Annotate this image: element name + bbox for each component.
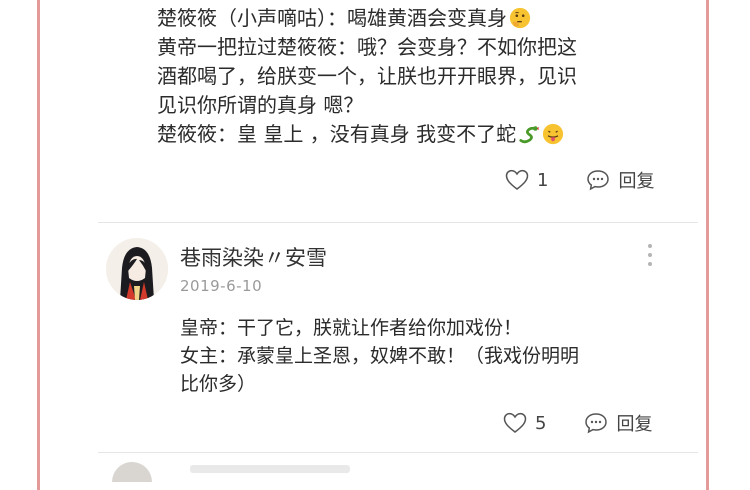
reply-button[interactable]: 回复 [584,410,652,436]
top-comment-line-5: 楚筱筱：皇 皇上 ，没有真身 我变不了蛇 [157,120,657,149]
top-comment-line-2: 黄帝一把拉过楚筱筱：哦？会变身？不如你把这 [157,35,577,59]
reply-label: 回复 [618,171,655,192]
more-options-icon[interactable] [645,244,655,266]
divider [98,452,698,453]
like-count: 1 [537,169,549,191]
comment-bubble-icon [587,170,610,191]
like-button[interactable]: 1 [505,169,548,191]
reply-label: 回复 [616,414,653,435]
comment-line-1: 皇帝：干了它，朕就让作者给你加戏份！ [180,317,523,339]
comment-bubble-icon [585,413,608,434]
thinking-face-icon [509,7,531,29]
tongue-face-icon [542,123,564,145]
reply-button[interactable]: 回复 [586,167,654,193]
avatar-image [106,238,168,300]
comment-line-2: 女主：承蒙皇上圣恩，奴婢不敢！（我戏份明明 [180,345,580,367]
like-count: 5 [535,412,547,434]
comment-line-3: 比你多） [180,373,257,395]
heart-icon [505,169,529,190]
top-comment-body: 楚筱筱（小声嘀咕）：喝雄黄酒会变真身 黄帝一把拉过楚筱筱：哦？会变身？不如你把这… [157,4,657,149]
top-comment-line-1: 楚筱筱（小声嘀咕）：喝雄黄酒会变真身 [157,4,657,33]
top-comment-line-3: 酒都喝了，给朕变一个，让朕也开开眼界，见识 [157,64,577,88]
heart-icon [503,412,527,433]
username[interactable]: 巷雨染染〃安雪 [180,242,327,272]
top-comment-actions: 1 回复 [505,167,654,193]
comment-body: 皇帝：干了它，朕就让作者给你加戏份！ 女主：承蒙皇上圣恩，奴婢不敢！（我戏份明明… [180,314,680,398]
comment-actions: 5 回复 [503,410,652,436]
like-button[interactable]: 5 [503,412,546,434]
comment-date: 2019-6-10 [180,277,263,295]
divider [98,222,698,223]
avatar[interactable] [106,238,168,300]
top-comment-line-4: 见识你所谓的真身 嗯？ [157,93,364,117]
snake-icon [519,126,540,144]
username[interactable] [190,465,350,473]
